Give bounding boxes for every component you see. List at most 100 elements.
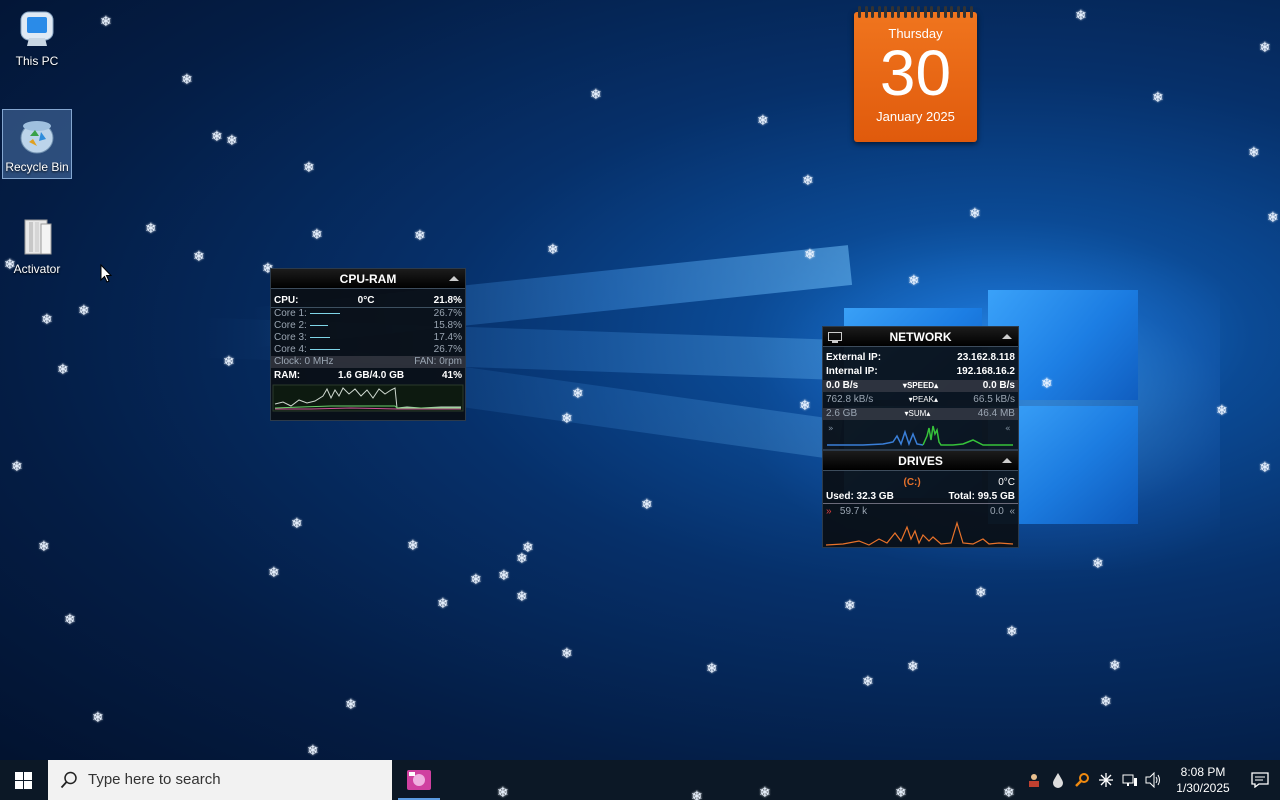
droplet-icon[interactable] bbox=[1046, 760, 1070, 800]
collapse-icon[interactable] bbox=[1002, 334, 1012, 339]
taskbar: Type here to search 8:08 PM 1/30/2025 ❄ … bbox=[0, 760, 1280, 800]
desktop: ❄ ❄ ❄ ❄ ❄ ❄ ❄ ❄ ❄ ❄ ❄ ❄ ❄ ❄ ❄ ❄ ❄ ❄ ❄ ❄ … bbox=[0, 0, 1280, 760]
app-icon bbox=[407, 770, 431, 790]
message-icon bbox=[1251, 772, 1269, 788]
ram-used: 1.6 GB/4.0 GB bbox=[337, 370, 405, 381]
desktop-icon-activator[interactable]: Activator bbox=[2, 212, 72, 284]
taskbar-clock[interactable]: 8:08 PM 1/30/2025 bbox=[1166, 764, 1240, 796]
network-gadget[interactable]: NETWORK External IP: 23.162.8.118 Intern… bbox=[822, 326, 1019, 450]
snowflake: ❄ bbox=[895, 785, 907, 800]
search-placeholder: Type here to search bbox=[88, 771, 221, 788]
peak-row: 762.8 kB/s ▾PEAK▴ 66.5 kB/s bbox=[826, 394, 1015, 405]
svg-text:»: » bbox=[828, 424, 834, 434]
system-tray: 8:08 PM 1/30/2025 bbox=[1022, 760, 1280, 800]
cpu-ram-graph bbox=[272, 384, 464, 412]
snowflake-tray-icon[interactable] bbox=[1094, 760, 1118, 800]
core-label: Core 1: bbox=[274, 308, 307, 319]
calendar-gadget[interactable]: Thursday 30 January 2025 bbox=[854, 6, 977, 142]
mouse-cursor-icon bbox=[100, 264, 112, 283]
cpu-row: CPU: 0°C 21.8% bbox=[271, 295, 465, 307]
network-graph: » « bbox=[827, 424, 1013, 446]
internal-ip-value: 192.168.16.2 bbox=[956, 366, 1015, 377]
sum-up: 46.4 MB bbox=[977, 408, 1015, 419]
drive-temp: 0°C bbox=[998, 477, 1015, 488]
monitor-icon bbox=[828, 332, 842, 343]
calendar-rings bbox=[858, 6, 973, 18]
core-value: 15.8% bbox=[433, 320, 462, 331]
core-row: Core 4: 26.7% bbox=[271, 344, 465, 356]
search-input[interactable]: Type here to search bbox=[48, 760, 392, 800]
drive-used: Used: 32.3 GB bbox=[826, 491, 894, 502]
network-user-icon[interactable] bbox=[1022, 760, 1046, 800]
core-label: Core 3: bbox=[274, 332, 307, 343]
cpu-ram-title: CPU-RAM bbox=[339, 272, 397, 286]
cpu-usage: 21.8% bbox=[433, 295, 462, 306]
speed-label: SPEED bbox=[906, 381, 935, 390]
volume-icon[interactable] bbox=[1142, 760, 1166, 800]
desktop-icon-this-pc[interactable]: This PC bbox=[2, 4, 72, 76]
network-header: NETWORK bbox=[823, 327, 1018, 347]
core-label: Core 4: bbox=[274, 344, 307, 355]
core-row: Core 1: 26.7% bbox=[271, 308, 465, 320]
recycle-bin-icon bbox=[15, 114, 59, 158]
sum-down: 2.6 GB bbox=[826, 408, 858, 419]
internal-ip-label: Internal IP: bbox=[826, 366, 878, 377]
snowflake: ❄ bbox=[691, 789, 703, 800]
drives-header: DRIVES bbox=[823, 451, 1018, 471]
snowflake: ❄ bbox=[759, 785, 771, 800]
drive-letter: (C:) bbox=[903, 477, 921, 488]
clock-date: 1/30/2025 bbox=[1176, 781, 1230, 795]
drive-total: Total: 99.5 GB bbox=[948, 491, 1016, 502]
cpu-clock: Clock: 0 MHz bbox=[274, 356, 334, 367]
desktop-icon-recycle-bin[interactable]: Recycle Bin bbox=[2, 109, 72, 179]
clock-row: Clock: 0 MHz FAN: 0rpm bbox=[271, 356, 465, 368]
desktop-icon-label: Recycle Bin bbox=[5, 160, 69, 174]
drives-gadget[interactable]: DRIVES (C:) 0°C Used: 32.3 GB Total: 99.… bbox=[822, 450, 1019, 548]
sum-row: 2.6 GB ▾SUM▴ 46.4 MB bbox=[823, 408, 1018, 420]
drive-graph bbox=[825, 520, 1014, 546]
cpu-fan: FAN: 0rpm bbox=[414, 356, 462, 367]
taskbar-app-button[interactable] bbox=[398, 760, 440, 800]
svg-text:«: « bbox=[1005, 424, 1011, 434]
windows-icon bbox=[15, 772, 32, 789]
collapse-icon[interactable] bbox=[1002, 458, 1012, 463]
drive-row: (C:) 0°C bbox=[823, 477, 1018, 489]
speed-row: 0.0 B/s ▾SPEED▴ 0.0 B/s bbox=[823, 380, 1018, 392]
speed-up: 0.0 B/s bbox=[982, 380, 1015, 391]
clock-time: 8:08 PM bbox=[1180, 765, 1226, 779]
ram-label: RAM: bbox=[274, 370, 301, 381]
calendar-day: 30 bbox=[879, 37, 952, 109]
notification-center-button[interactable] bbox=[1240, 760, 1280, 800]
core-label: Core 2: bbox=[274, 320, 307, 331]
drive-read: 59.7 k bbox=[839, 506, 868, 517]
core-value: 26.7% bbox=[433, 308, 462, 319]
desktop-icon-label: Activator bbox=[13, 262, 61, 276]
desktop-icon-label: This PC bbox=[15, 54, 59, 68]
computer-icon bbox=[15, 8, 59, 52]
drives-title: DRIVES bbox=[898, 454, 943, 468]
collapse-icon[interactable] bbox=[449, 276, 459, 281]
peak-down: 762.8 kB/s bbox=[826, 394, 874, 405]
cpu-ram-gadget[interactable]: CPU-RAM CPU: 0°C 21.8% Core 1: 26.7% Core… bbox=[270, 268, 466, 421]
network-title: NETWORK bbox=[889, 330, 952, 344]
peak-up: 66.5 kB/s bbox=[973, 394, 1015, 405]
ram-percent: 41% bbox=[441, 370, 462, 381]
cpu-temp: 0°C bbox=[357, 295, 375, 306]
core-value: 26.7% bbox=[433, 344, 462, 355]
external-ip-row: External IP: 23.162.8.118 bbox=[823, 352, 1018, 364]
search-icon bbox=[60, 771, 77, 789]
sum-label: SUM bbox=[908, 409, 927, 418]
internal-ip-row: Internal IP: 192.168.16.2 bbox=[823, 366, 1018, 378]
snowflake: ❄ bbox=[1003, 785, 1015, 800]
cpu-label: CPU: bbox=[274, 295, 299, 306]
ram-row: RAM: 1.6 GB/4.0 GB 41% bbox=[271, 370, 465, 382]
peak-label: PEAK bbox=[912, 395, 934, 404]
core-row: Core 3: 17.4% bbox=[271, 332, 465, 344]
search-tray-icon[interactable] bbox=[1070, 760, 1094, 800]
speed-down: 0.0 B/s bbox=[826, 380, 859, 391]
cpu-ram-header: CPU-RAM bbox=[271, 269, 465, 289]
network-icon[interactable] bbox=[1118, 760, 1142, 800]
start-button[interactable] bbox=[0, 760, 48, 800]
drive-io-row: » 59.7 k 0.0 « bbox=[826, 506, 1015, 517]
core-row: Core 2: 15.8% bbox=[271, 320, 465, 332]
